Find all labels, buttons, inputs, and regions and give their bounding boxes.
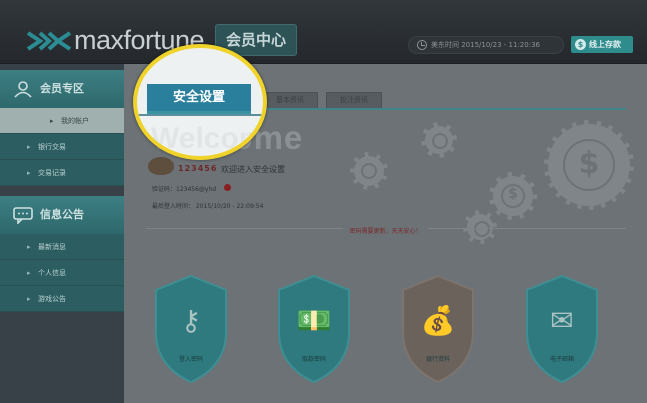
card-login-password[interactable]: ⚷ 登入密码 <box>154 274 228 384</box>
welcome-message: 欢迎进入安全设置 <box>221 165 285 174</box>
money-icon: 💵 <box>296 304 332 337</box>
datetime-display: 美东时间 2015/10/23 - 11:20:36 <box>408 36 564 54</box>
sidebar-item-bank-transactions[interactable]: 银行交易 <box>0 134 124 160</box>
highlight-magnifier: 安全设置 Welcome <box>133 44 267 160</box>
logo-mark-icon <box>26 30 72 51</box>
chat-icon <box>13 207 33 224</box>
last-login-time: 最后登入时间： 2015/10/20 - 22:09:54 <box>152 203 264 210</box>
datetime-text: 美东时间 2015/10/23 - 11:20:36 <box>431 41 540 49</box>
online-deposit-button[interactable]: $ 线上存款 <box>571 36 633 53</box>
sidebar-item-personal-info[interactable]: 个人信息 <box>0 260 124 286</box>
casino-chip-icon: $ <box>544 120 634 210</box>
card-withdrawal-password[interactable]: 💵 取款密码 <box>277 274 351 384</box>
sidebar-item-latest-news[interactable]: 最新消息 <box>0 234 124 260</box>
user-icon <box>14 81 32 98</box>
tab-betting-info[interactable]: 投注资讯 <box>326 92 382 109</box>
casino-chip-icon <box>350 152 388 190</box>
piggy-bank-icon <box>148 157 174 175</box>
sidebar: 会员专区 我的帐户 银行交易 交易记录 信息公告 最新消息 个人信息 游戏公告 <box>0 64 124 403</box>
card-bank-info[interactable]: 💰 银行资料 <box>401 274 475 384</box>
top-bar: maxfortune 会员中心 美东时间 2015/10/23 - 11:20:… <box>0 0 647 64</box>
mail-icon: ✉ <box>550 304 574 337</box>
deposit-label: 线上存款 <box>589 40 621 49</box>
casino-chip-icon <box>421 122 457 158</box>
sidebar-section-announcements[interactable]: 信息公告 <box>0 196 124 234</box>
tab-security-settings[interactable]: 安全设置 <box>147 84 251 114</box>
card-label: 登入密码 <box>178 356 203 363</box>
tab-basic-info[interactable]: 基本资讯 <box>262 92 318 109</box>
sidebar-item-my-account[interactable]: 我的帐户 <box>0 108 124 134</box>
casino-chip-icon: $ <box>489 172 537 220</box>
section-title: 会员专区 <box>40 82 84 95</box>
moneybag-icon: 💰 <box>420 304 456 337</box>
dollar-icon: $ <box>575 39 586 50</box>
card-email[interactable]: ✉ 电子邮箱 <box>525 274 599 384</box>
sidebar-item-game-announcements[interactable]: 游戏公告 <box>0 286 124 312</box>
security-notice: 密码需要更新，天天安心！ <box>124 226 647 235</box>
verification-code: 验证码：123456@yhd <box>152 186 217 193</box>
section-title: 信息公告 <box>40 208 84 221</box>
key-icon: ⚷ <box>180 304 202 337</box>
sidebar-item-transaction-records[interactable]: 交易记录 <box>0 160 124 186</box>
clock-icon <box>417 40 427 50</box>
card-label: 取款密码 <box>301 356 326 363</box>
card-label: 银行资料 <box>425 356 450 363</box>
sidebar-section-member[interactable]: 会员专区 <box>0 70 124 108</box>
card-label: 电子邮箱 <box>549 356 574 363</box>
welcome-heading-magnified: Welcome <box>151 122 266 155</box>
notice-text: 密码需要更新，天天安心！ <box>343 228 428 235</box>
user-id: 123456 <box>178 164 218 173</box>
tab-underline <box>137 114 263 116</box>
alert-dot-icon <box>224 184 231 191</box>
